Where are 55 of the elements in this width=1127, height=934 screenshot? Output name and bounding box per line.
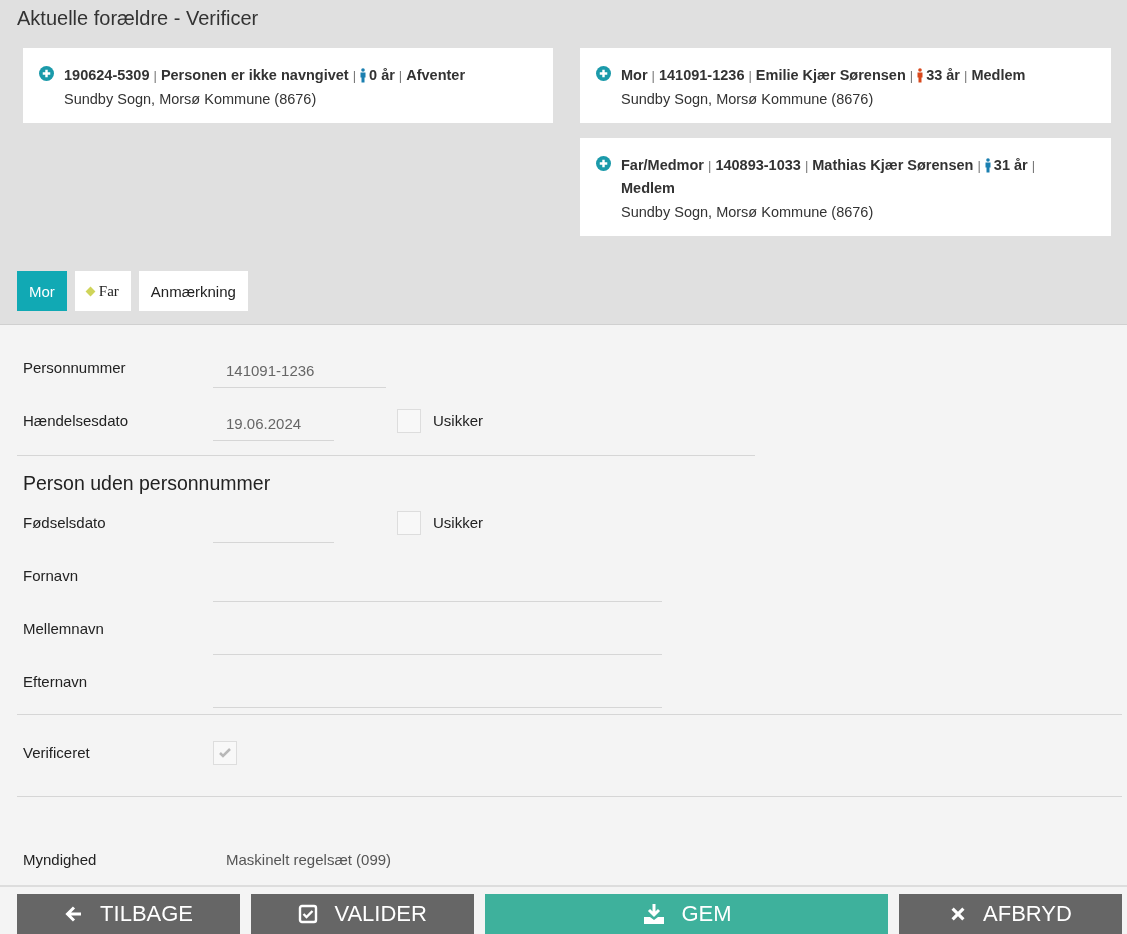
field-label: Myndighed bbox=[22, 851, 98, 868]
separator: | bbox=[909, 67, 914, 85]
separator: | bbox=[708, 157, 712, 175]
field-value: Maskinelt regelsæt (099) bbox=[225, 851, 392, 868]
separator: | bbox=[977, 157, 981, 175]
expand-plus-icon[interactable] bbox=[39, 66, 54, 81]
download-icon bbox=[641, 902, 666, 926]
card-detail: Far/Medmor bbox=[621, 156, 704, 175]
validate-button[interactable]: VALIDER bbox=[251, 894, 475, 934]
separator: | bbox=[398, 67, 403, 85]
card-detail: 31 år bbox=[993, 156, 1028, 175]
field-label: Personnummer bbox=[22, 359, 127, 376]
separator: | bbox=[1031, 157, 1036, 175]
expand-plus-icon[interactable] bbox=[596, 156, 611, 171]
separator: | bbox=[964, 67, 968, 85]
card-detail: Medlem bbox=[621, 179, 675, 198]
card-detail: Mathias Kjær Sørensen bbox=[812, 156, 974, 175]
card-detail: Personen er ikke navngivet bbox=[160, 66, 349, 85]
separator: | bbox=[153, 67, 157, 85]
field-label: Fødselsdato bbox=[22, 514, 107, 531]
checkbox[interactable] bbox=[397, 510, 421, 535]
location-text: Sundby Sogn, Morsø Kommune (8676) bbox=[621, 91, 875, 107]
separator: | bbox=[352, 67, 357, 85]
tab[interactable]: Far bbox=[74, 271, 131, 311]
card-detail: 33 år bbox=[926, 66, 960, 85]
separator: | bbox=[748, 67, 752, 85]
location-text: Sundby Sogn, Morsø Kommune (8676) bbox=[64, 91, 318, 107]
card-detail: 190624-5309 bbox=[64, 66, 150, 85]
input-field[interactable]: 19.06.2024 bbox=[213, 406, 334, 441]
checkbox[interactable] bbox=[397, 408, 421, 433]
card-detail: Mor bbox=[621, 66, 648, 85]
section-heading: Person uden personnummer bbox=[22, 472, 272, 496]
card-detail: Afventer bbox=[406, 66, 466, 85]
field-label: Verificeret bbox=[22, 744, 91, 761]
tab[interactable]: Anmærkning bbox=[138, 271, 248, 311]
separator: | bbox=[651, 67, 655, 85]
input-field[interactable]: 141091-1236 bbox=[213, 353, 386, 388]
back-button[interactable]: TILBAGE bbox=[17, 894, 241, 934]
card-detail: Emilie Kjær Sørensen bbox=[755, 66, 906, 85]
card-detail: Medlem bbox=[971, 66, 1026, 85]
expand-plus-icon[interactable] bbox=[596, 66, 611, 81]
field-label: Efternavn bbox=[22, 673, 89, 690]
checkbox-icon bbox=[298, 904, 319, 924]
checkbox-label: Usikker bbox=[433, 514, 483, 531]
location-text: Sundby Sogn, Morsø Kommune (8676) bbox=[621, 204, 875, 220]
field-label: Fornavn bbox=[22, 567, 80, 584]
cancel-button[interactable]: AFBRYD bbox=[898, 894, 1122, 934]
field-label: Hændelsesdato bbox=[22, 412, 130, 429]
card-detail: 140893-1033 bbox=[715, 156, 801, 175]
card-detail: 0 år bbox=[369, 66, 395, 85]
separator: | bbox=[804, 157, 809, 175]
page-title: Aktuelle forældre - Verificer bbox=[17, 6, 260, 31]
card-detail: 141091-1236 bbox=[659, 66, 745, 85]
field-label: Mellemnavn bbox=[22, 620, 105, 637]
checkbox-label: Usikker bbox=[433, 412, 483, 429]
